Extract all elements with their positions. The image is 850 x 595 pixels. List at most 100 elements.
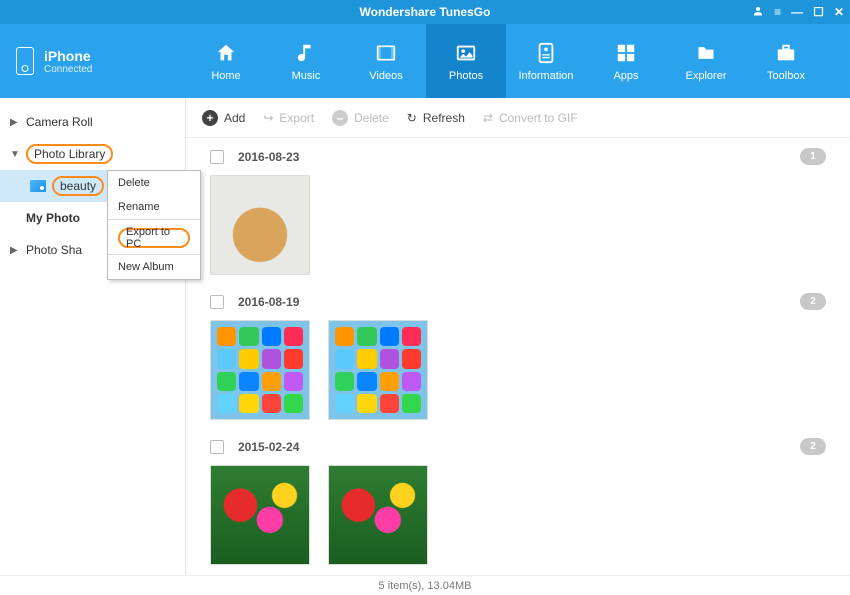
menu-icon[interactable]: ≡ [774, 5, 781, 19]
nav-photos-label: Photos [449, 70, 483, 82]
device-panel[interactable]: iPhone Connected [0, 24, 186, 98]
videos-icon [372, 41, 400, 65]
sidebar-album-beauty-label: beauty [52, 176, 104, 196]
context-menu: Delete Rename Export to PC New Album [107, 170, 201, 280]
group-header: 2015-02-24 2 [210, 438, 826, 455]
nav-toolbox[interactable]: Toolbox [746, 24, 826, 98]
toolbar-convert[interactable]: ⇄ Convert to GIF [483, 111, 578, 125]
minimize-icon[interactable]: — [791, 5, 803, 19]
photo-thumbnail[interactable] [328, 465, 428, 565]
nav-photos[interactable]: Photos [426, 24, 506, 98]
group-thumbs [210, 175, 826, 275]
group-count-badge: 2 [800, 438, 826, 455]
photo-thumbnail[interactable] [210, 465, 310, 565]
photo-thumbnail[interactable] [210, 320, 310, 420]
nav-home-label: Home [211, 70, 240, 82]
photos-icon [452, 41, 480, 65]
group-thumbs [210, 320, 826, 420]
photo-thumbnail[interactable] [210, 175, 310, 275]
context-new-album-label: New Album [118, 261, 174, 273]
group-count-badge: 2 [800, 293, 826, 310]
nav-apps-label: Apps [613, 70, 638, 82]
context-export-pc[interactable]: Export to PC [108, 219, 200, 254]
user-icon[interactable] [752, 5, 764, 20]
nav-items: Home Music Videos Photos Information App… [186, 24, 850, 98]
phone-icon [16, 47, 34, 75]
toolbar: + Add ↪ Export –Delete ↻ Refresh ⇄ Convert t… [186, 98, 850, 138]
top-navigation: iPhone Connected Home Music Videos Photo… [0, 24, 850, 98]
plus-icon: + [202, 110, 218, 126]
device-name: iPhone [44, 48, 92, 64]
toolbar-export-label: Export [279, 111, 314, 125]
app-title: Wondershare TunesGo [360, 5, 491, 19]
group-header: 2016-08-23 1 [210, 148, 826, 165]
context-rename[interactable]: Rename [108, 195, 200, 219]
context-export-pc-label: Export to PC [118, 228, 190, 248]
information-icon [532, 41, 560, 65]
nav-explorer[interactable]: Explorer [666, 24, 746, 98]
nav-videos[interactable]: Videos [346, 24, 426, 98]
nav-toolbox-label: Toolbox [767, 70, 805, 82]
window-controls: ≡ — ☐ ✕ [752, 0, 844, 24]
home-icon [212, 41, 240, 65]
content: + Add ↪ Export –Delete ↻ Refresh ⇄ Convert t… [186, 98, 850, 575]
toolbar-refresh[interactable]: ↻ Refresh [407, 111, 465, 125]
chevron-right-icon: ▶ [10, 117, 20, 128]
album-icon [30, 180, 46, 192]
toolbar-delete-label: Delete [354, 111, 389, 125]
photo-thumbnail[interactable] [328, 320, 428, 420]
music-icon [292, 41, 320, 65]
photo-group: 2016-08-19 2 [210, 293, 826, 420]
nav-apps[interactable]: Apps [586, 24, 666, 98]
context-rename-label: Rename [118, 201, 160, 213]
titlebar: Wondershare TunesGo ≡ — ☐ ✕ [0, 0, 850, 24]
context-delete-label: Delete [118, 177, 150, 189]
toolbar-add[interactable]: + Add [202, 110, 245, 126]
sidebar-photo-library-label: Photo Library [26, 144, 113, 164]
toolbar-add-label: Add [224, 111, 245, 125]
photo-scroll-area[interactable]: 2016-08-23 1 2016-08-19 2 [186, 138, 850, 575]
group-thumbs [210, 465, 826, 565]
group-checkbox[interactable] [210, 295, 224, 309]
device-status: Connected [44, 64, 92, 75]
toolbox-icon [772, 41, 800, 65]
close-icon[interactable]: ✕ [834, 5, 844, 19]
chevron-right-icon: ▶ [10, 245, 20, 256]
toolbar-delete[interactable]: –Delete [332, 110, 389, 126]
nav-music-label: Music [292, 70, 321, 82]
export-icon: ↪ [263, 111, 273, 125]
toolbar-refresh-label: Refresh [423, 111, 465, 125]
convert-icon: ⇄ [483, 111, 493, 125]
group-date: 2016-08-19 [238, 295, 299, 309]
nav-videos-label: Videos [369, 70, 402, 82]
group-checkbox[interactable] [210, 440, 224, 454]
status-text: 5 item(s), 13.04MB [379, 580, 472, 592]
status-bar: 5 item(s), 13.04MB [0, 575, 850, 595]
group-checkbox[interactable] [210, 150, 224, 164]
toolbar-export[interactable]: ↪ Export [263, 111, 314, 125]
nav-home[interactable]: Home [186, 24, 266, 98]
photo-group: 2015-02-24 2 [210, 438, 826, 565]
nav-information[interactable]: Information [506, 24, 586, 98]
sidebar-camera-roll[interactable]: ▶ Camera Roll [0, 106, 185, 138]
explorer-icon [692, 41, 720, 65]
toolbar-convert-label: Convert to GIF [499, 111, 578, 125]
group-count-badge: 1 [800, 148, 826, 165]
sidebar-camera-roll-label: Camera Roll [26, 115, 93, 129]
sidebar-photo-library[interactable]: ▼ Photo Library [0, 138, 185, 170]
device-text: iPhone Connected [44, 48, 92, 75]
group-date: 2015-02-24 [238, 440, 299, 454]
chevron-down-icon: ▼ [10, 149, 20, 160]
nav-music[interactable]: Music [266, 24, 346, 98]
refresh-icon: ↻ [407, 111, 417, 125]
group-date: 2016-08-23 [238, 150, 299, 164]
nav-explorer-label: Explorer [686, 70, 727, 82]
group-header: 2016-08-19 2 [210, 293, 826, 310]
maximize-icon[interactable]: ☐ [813, 5, 824, 19]
photo-group: 2016-08-23 1 [210, 148, 826, 275]
context-delete[interactable]: Delete [108, 171, 200, 195]
apps-icon [612, 41, 640, 65]
sidebar-my-photo-label: My Photo [26, 211, 80, 225]
context-new-album[interactable]: New Album [108, 254, 200, 279]
minus-icon: – [332, 110, 348, 126]
